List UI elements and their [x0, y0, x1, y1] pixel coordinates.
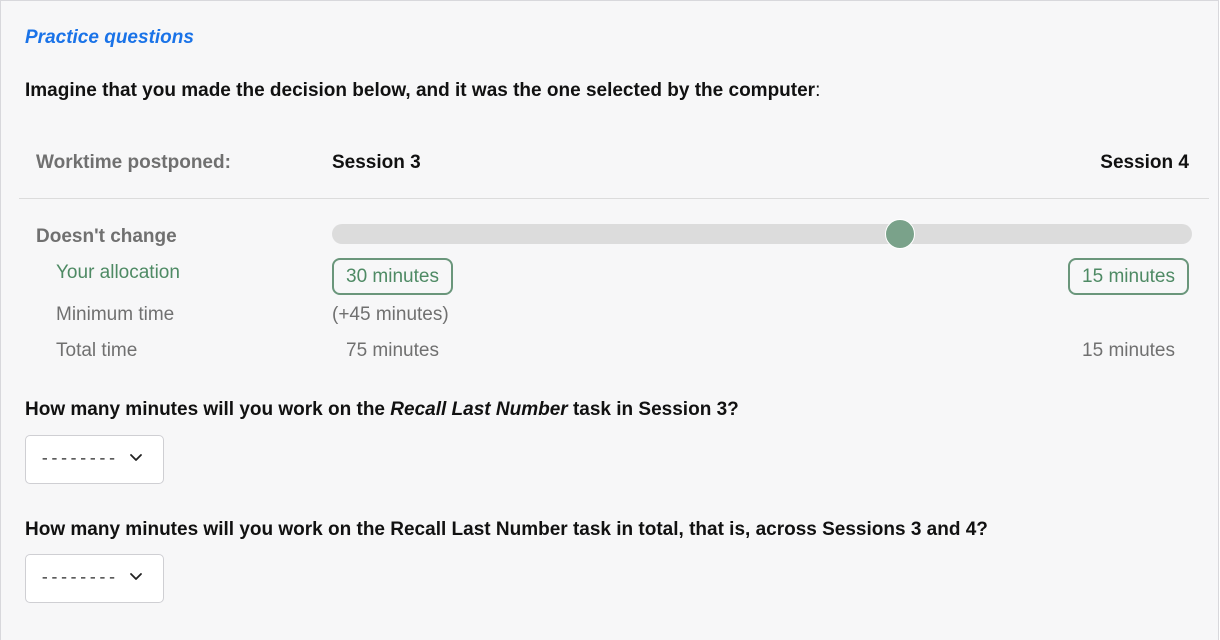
question-2-select-value: -------- [40, 569, 117, 587]
question-2-select[interactable]: -------- [25, 554, 164, 603]
allocation-slider-track[interactable] [332, 224, 1192, 244]
question-1: How many minutes will you work on the Re… [25, 399, 739, 421]
allocation-slider-thumb[interactable] [884, 219, 915, 249]
header-divider [19, 198, 1209, 199]
worktime-postponed-label: Worktime postponed: [36, 152, 231, 173]
question-1-prefix: How many minutes will you work on the [25, 399, 391, 420]
section-title: Practice questions [25, 27, 194, 48]
session-4-allocation: 15 minutes [1068, 258, 1189, 295]
session-3-allocation: 30 minutes [332, 258, 453, 295]
question-1-suffix: task in Session 3? [567, 399, 739, 420]
your-allocation-label: Your allocation [56, 262, 180, 283]
question-1-select[interactable]: -------- [25, 435, 164, 484]
chevron-down-icon [130, 573, 142, 580]
intro-text: Imagine that you made the decision below… [25, 80, 820, 102]
intro-sentence: Imagine that you made the decision below… [25, 80, 816, 101]
session-4-header: Session 4 [1100, 152, 1189, 173]
scenario-label: Doesn't change [36, 226, 177, 247]
chevron-down-icon [130, 454, 142, 461]
session-3-header: Session 3 [332, 152, 421, 173]
session-3-total: 75 minutes [346, 340, 439, 361]
practice-panel: Practice questions Imagine that you made… [0, 0, 1219, 640]
session-3-minimum: (+45 minutes) [332, 304, 449, 325]
intro-colon: : [815, 80, 821, 101]
session-4-total: 15 minutes [1082, 340, 1175, 361]
question-2: How many minutes will you work on the Re… [25, 519, 988, 540]
minimum-time-label: Minimum time [56, 304, 175, 325]
question-1-emphasis: Recall Last Number [390, 399, 568, 420]
question-1-select-value: -------- [40, 450, 117, 468]
total-time-label: Total time [56, 340, 138, 361]
